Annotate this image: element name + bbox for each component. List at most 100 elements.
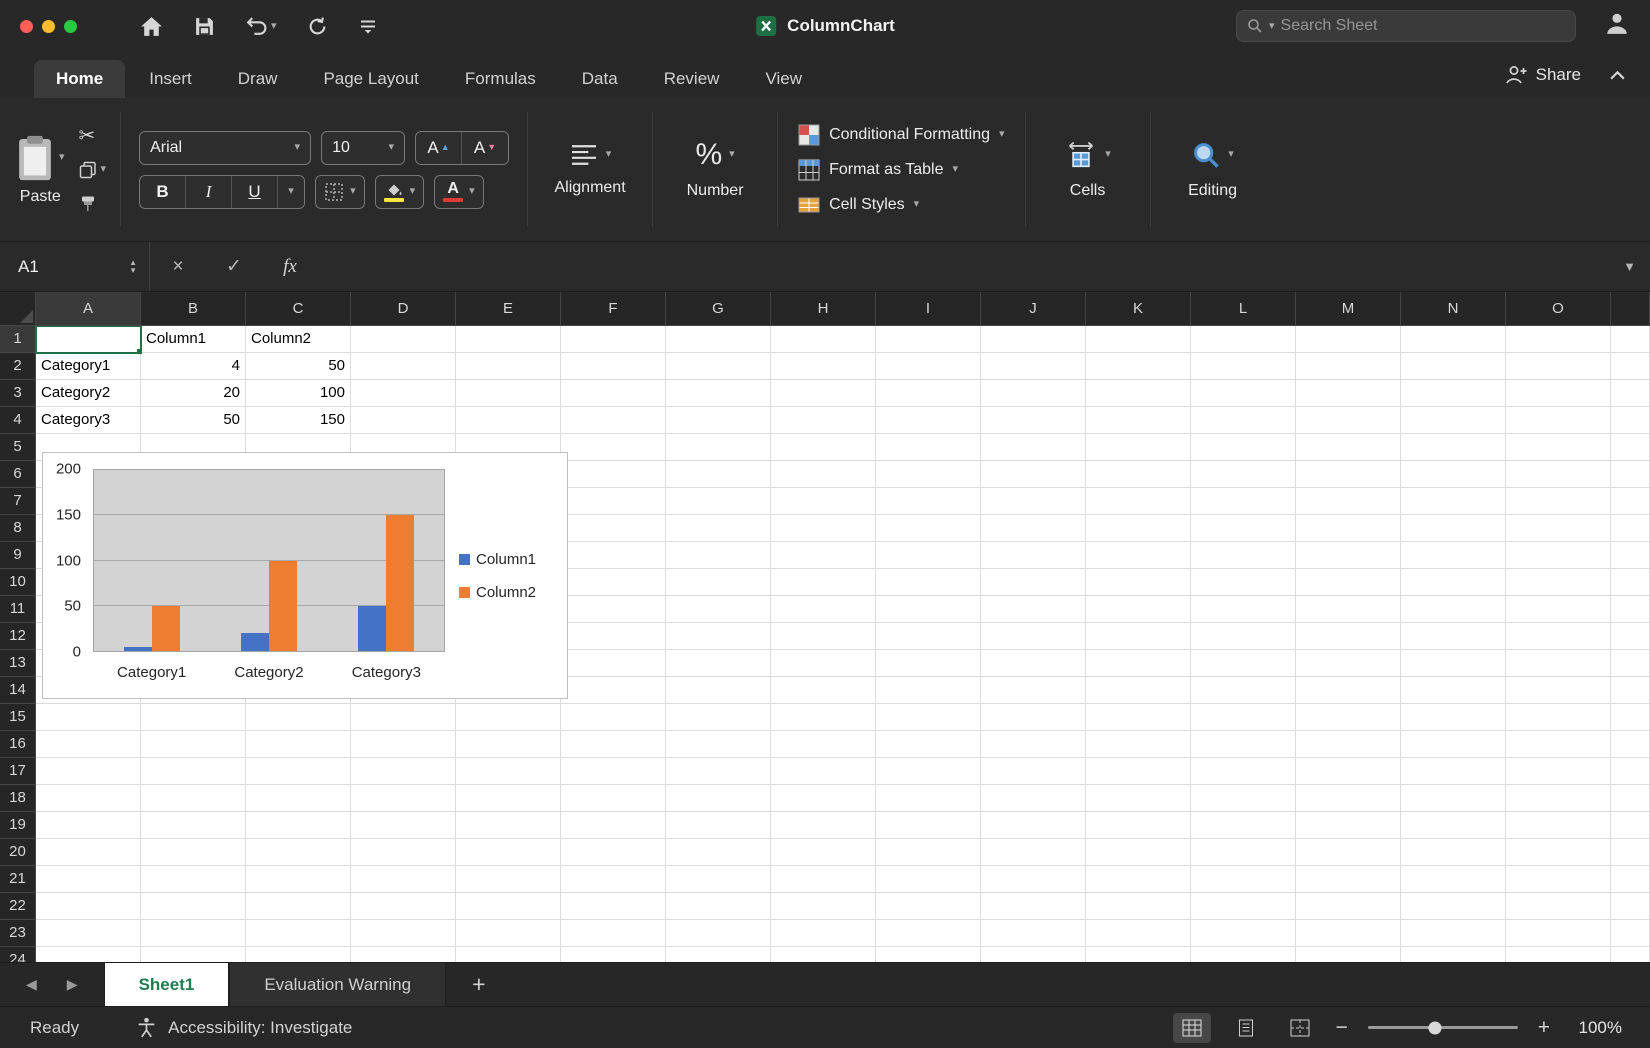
- tab-formulas[interactable]: Formulas: [443, 60, 558, 98]
- cell-M17[interactable]: [1296, 758, 1401, 785]
- cell-A22[interactable]: [36, 893, 141, 920]
- cell-I8[interactable]: [876, 515, 981, 542]
- cell-N24[interactable]: [1401, 947, 1506, 962]
- formula-input[interactable]: [318, 242, 1623, 291]
- column-header-H[interactable]: H: [771, 292, 876, 326]
- cell-D3[interactable]: [351, 380, 456, 407]
- cell-partial[interactable]: [1611, 866, 1650, 893]
- cell-L1[interactable]: [1191, 326, 1296, 353]
- cell-O7[interactable]: [1506, 488, 1611, 515]
- add-sheet-button[interactable]: +: [446, 963, 511, 1006]
- cell-A15[interactable]: [36, 704, 141, 731]
- cell-partial[interactable]: [1611, 785, 1650, 812]
- cell-M8[interactable]: [1296, 515, 1401, 542]
- cell-J20[interactable]: [981, 839, 1086, 866]
- cell-A18[interactable]: [36, 785, 141, 812]
- row-header-14[interactable]: 14: [0, 677, 36, 704]
- cell-C22[interactable]: [246, 893, 351, 920]
- cell-D15[interactable]: [351, 704, 456, 731]
- cell-F4[interactable]: [561, 407, 666, 434]
- cell-G18[interactable]: [666, 785, 771, 812]
- account-button[interactable]: [1604, 12, 1630, 40]
- cell-partial[interactable]: [1611, 407, 1650, 434]
- cell-G16[interactable]: [666, 731, 771, 758]
- cell-partial[interactable]: [1611, 947, 1650, 962]
- cell-N6[interactable]: [1401, 461, 1506, 488]
- cell-F15[interactable]: [561, 704, 666, 731]
- cell-K22[interactable]: [1086, 893, 1191, 920]
- cell-N8[interactable]: [1401, 515, 1506, 542]
- cell-F2[interactable]: [561, 353, 666, 380]
- cell-partial[interactable]: [1611, 704, 1650, 731]
- search-field[interactable]: ▾: [1236, 10, 1576, 42]
- cell-H14[interactable]: [771, 677, 876, 704]
- name-box-stepper[interactable]: ▲ ▼: [129, 259, 137, 275]
- share-button[interactable]: Share: [1504, 65, 1581, 85]
- cell-H4[interactable]: [771, 407, 876, 434]
- column-header-J[interactable]: J: [981, 292, 1086, 326]
- cell-G6[interactable]: [666, 461, 771, 488]
- cell-A1[interactable]: [36, 326, 141, 353]
- cell-E1[interactable]: [456, 326, 561, 353]
- home-button[interactable]: [139, 15, 164, 38]
- cell-L6[interactable]: [1191, 461, 1296, 488]
- cell-J12[interactable]: [981, 623, 1086, 650]
- cell-H19[interactable]: [771, 812, 876, 839]
- cell-J19[interactable]: [981, 812, 1086, 839]
- cell-E24[interactable]: [456, 947, 561, 962]
- cell-L20[interactable]: [1191, 839, 1296, 866]
- cell-N10[interactable]: [1401, 569, 1506, 596]
- sheet-tab-evaluation-warning[interactable]: Evaluation Warning: [229, 963, 446, 1006]
- cell-F22[interactable]: [561, 893, 666, 920]
- name-box[interactable]: A1 ▲ ▼: [0, 242, 150, 291]
- cell-G15[interactable]: [666, 704, 771, 731]
- column-header-B[interactable]: B: [141, 292, 246, 326]
- row-header-18[interactable]: 18: [0, 785, 36, 812]
- accessibility-status[interactable]: Accessibility: Investigate: [135, 1017, 352, 1038]
- cell-J2[interactable]: [981, 353, 1086, 380]
- cell-G10[interactable]: [666, 569, 771, 596]
- borders-button[interactable]: ▾: [315, 175, 365, 209]
- cell-D23[interactable]: [351, 920, 456, 947]
- cell-M3[interactable]: [1296, 380, 1401, 407]
- cell-A3[interactable]: Category2: [36, 380, 141, 407]
- cell-M2[interactable]: [1296, 353, 1401, 380]
- cell-C21[interactable]: [246, 866, 351, 893]
- bar-column1-category1[interactable]: [124, 647, 152, 651]
- select-all-corner[interactable]: [0, 292, 36, 326]
- cell-G17[interactable]: [666, 758, 771, 785]
- cell-J23[interactable]: [981, 920, 1086, 947]
- cell-F5[interactable]: [561, 434, 666, 461]
- collapse-ribbon-icon[interactable]: [1609, 70, 1626, 81]
- cell-N18[interactable]: [1401, 785, 1506, 812]
- cell-F19[interactable]: [561, 812, 666, 839]
- cell-K17[interactable]: [1086, 758, 1191, 785]
- cell-E20[interactable]: [456, 839, 561, 866]
- cell-C17[interactable]: [246, 758, 351, 785]
- cell-J22[interactable]: [981, 893, 1086, 920]
- cell-G3[interactable]: [666, 380, 771, 407]
- cell-L11[interactable]: [1191, 596, 1296, 623]
- cell-I20[interactable]: [876, 839, 981, 866]
- cell-H22[interactable]: [771, 893, 876, 920]
- cell-N13[interactable]: [1401, 650, 1506, 677]
- cell-B21[interactable]: [141, 866, 246, 893]
- row-header-16[interactable]: 16: [0, 731, 36, 758]
- cell-K19[interactable]: [1086, 812, 1191, 839]
- cell-M13[interactable]: [1296, 650, 1401, 677]
- cell-I11[interactable]: [876, 596, 981, 623]
- format-as-table-button[interactable]: Format as Table ▾: [798, 159, 958, 181]
- cell-L9[interactable]: [1191, 542, 1296, 569]
- cell-F9[interactable]: [561, 542, 666, 569]
- cell-H2[interactable]: [771, 353, 876, 380]
- row-header-8[interactable]: 8: [0, 515, 36, 542]
- cell-B16[interactable]: [141, 731, 246, 758]
- cell-N15[interactable]: [1401, 704, 1506, 731]
- cell-I13[interactable]: [876, 650, 981, 677]
- cell-C18[interactable]: [246, 785, 351, 812]
- cell-B2[interactable]: 4: [141, 353, 246, 380]
- cell-H23[interactable]: [771, 920, 876, 947]
- cell-partial[interactable]: [1611, 542, 1650, 569]
- cell-L15[interactable]: [1191, 704, 1296, 731]
- tab-view[interactable]: View: [743, 60, 824, 98]
